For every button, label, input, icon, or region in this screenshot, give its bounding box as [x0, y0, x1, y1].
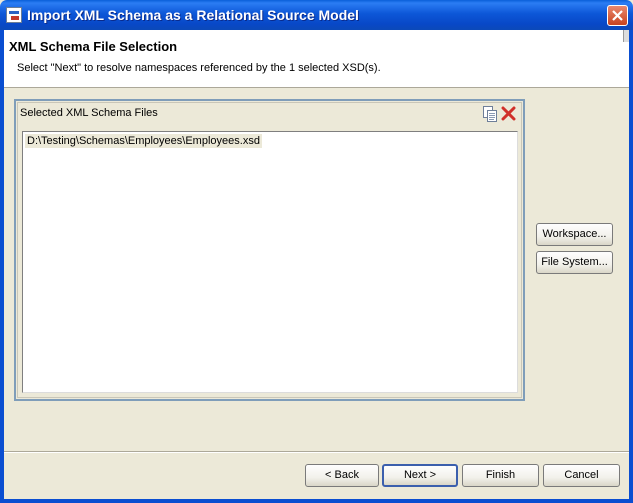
- schema-files-group: Selected XML Schema Files D:\Testing\Sch…: [14, 99, 525, 401]
- page-title: XML Schema File Selection: [9, 39, 178, 54]
- page-description: Select "Next" to resolve namespaces refe…: [17, 62, 381, 74]
- close-icon: [612, 10, 623, 21]
- window-title: Import XML Schema as a Relational Source…: [27, 7, 359, 23]
- cancel-button[interactable]: Cancel: [543, 464, 620, 487]
- footer-separator: [4, 451, 629, 453]
- wizard-header: XML Schema File Selection Select "Next" …: [4, 30, 629, 88]
- list-item[interactable]: D:\Testing\Schemas\Employees\Employees.x…: [25, 134, 262, 148]
- next-button[interactable]: Next >: [382, 464, 458, 487]
- workspace-button[interactable]: Workspace...: [536, 223, 613, 246]
- window-frame-left: [0, 30, 4, 503]
- app-window-icon: [6, 7, 22, 23]
- file-system-button[interactable]: File System...: [536, 251, 613, 274]
- header-scroll-corner: [623, 30, 629, 42]
- window-frame-bottom: [0, 499, 633, 503]
- close-button[interactable]: [607, 5, 628, 26]
- back-button[interactable]: < Back: [305, 464, 379, 487]
- group-title: Selected XML Schema Files: [20, 107, 158, 119]
- copy-icon[interactable]: [483, 106, 497, 122]
- window-frame-right: [629, 30, 633, 503]
- delete-icon[interactable]: [501, 106, 516, 121]
- schema-files-list[interactable]: D:\Testing\Schemas\Employees\Employees.x…: [22, 131, 518, 393]
- title-bar[interactable]: Import XML Schema as a Relational Source…: [0, 0, 633, 30]
- finish-button[interactable]: Finish: [462, 464, 539, 487]
